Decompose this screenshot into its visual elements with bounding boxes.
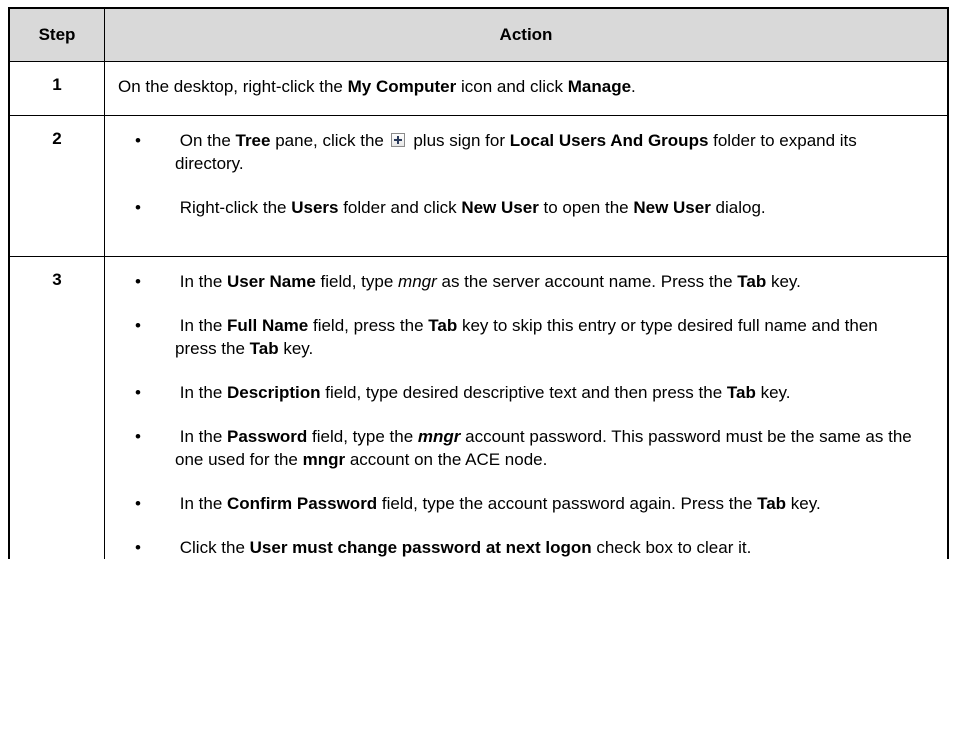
text: as the server account name. Press the: [436, 272, 738, 291]
text: In the: [179, 383, 227, 402]
bullet: •: [135, 316, 141, 335]
bullet: •: [135, 427, 141, 446]
text: key.: [786, 494, 821, 513]
text: account on the ACE node.: [345, 450, 548, 469]
list-item: • In the Description field, type desired…: [105, 381, 947, 404]
text: In the: [179, 316, 227, 335]
step-number: 1: [9, 61, 105, 116]
key-name: Tab: [726, 383, 756, 402]
text: Right-click the: [179, 198, 292, 217]
bullet-list: • In the User Name field, type mngr as t…: [105, 257, 947, 559]
ui-term: Manage: [567, 77, 632, 96]
key-name: Tab: [757, 494, 787, 513]
text: On the: [179, 131, 236, 150]
text: plus sign for: [408, 131, 510, 150]
ui-term: Tree: [235, 131, 271, 150]
ui-term: mngr: [302, 450, 346, 469]
ui-term: Password: [227, 427, 308, 446]
ui-term: Users: [291, 198, 339, 217]
ui-term: Local Users And Groups: [509, 131, 709, 150]
ui-term: User must change password at next logon: [249, 538, 592, 557]
action-column-header: Action: [104, 8, 948, 62]
action-cell: • In the User Name field, type mngr as t…: [104, 256, 948, 559]
text: key.: [278, 339, 314, 358]
procedure-table-frame: Step Action 1 On the desktop, right-clic…: [8, 7, 949, 559]
action-text: On the desktop, right-click the My Compu…: [105, 62, 947, 110]
table-row: 3 • In the User Name field, type mngr as…: [9, 256, 948, 559]
text: field, type the: [307, 427, 418, 446]
typed-value: mngr: [417, 427, 461, 446]
bullet: •: [135, 494, 141, 513]
table-row: 2 • On the Tree pane, click the plus sig…: [9, 115, 948, 257]
text: Click the: [179, 538, 250, 557]
bullet: •: [135, 383, 141, 402]
ui-term: User Name: [227, 272, 316, 291]
list-item: • Click the User must change password at…: [105, 536, 947, 559]
text: In the: [179, 494, 227, 513]
bullet: •: [135, 272, 141, 291]
key-name: Tab: [249, 339, 279, 358]
plus-box-icon: [390, 133, 405, 147]
list-item: • In the User Name field, type mngr as t…: [105, 270, 947, 293]
ui-term: New User: [461, 198, 539, 217]
list-item: • In the Confirm Password field, type th…: [105, 492, 947, 515]
ui-term: Confirm Password: [227, 494, 378, 513]
text: key.: [766, 272, 801, 291]
table-row: 1 On the desktop, right-click the My Com…: [9, 61, 948, 116]
step-number: 3: [9, 256, 105, 559]
bullet: •: [135, 131, 141, 150]
ui-term: New User: [633, 198, 711, 217]
action-cell: On the desktop, right-click the My Compu…: [104, 61, 948, 116]
text: In the: [179, 272, 227, 291]
text: .: [631, 77, 636, 96]
text: to open the: [538, 198, 634, 217]
text: field, type the account password again. …: [377, 494, 758, 513]
list-item: • Right-click the Users folder and click…: [105, 196, 947, 219]
list-item: • In the Full Name field, press the Tab …: [105, 314, 947, 360]
key-name: Tab: [428, 316, 458, 335]
list-item: • In the Password field, type the mngr a…: [105, 425, 947, 471]
ui-term: Full Name: [227, 316, 309, 335]
text: folder and click: [338, 198, 462, 217]
text: On the desktop, right-click the: [118, 77, 348, 96]
bullet: •: [135, 538, 141, 557]
bullet-list: • On the Tree pane, click the plus sign …: [105, 116, 947, 219]
ui-term: Description: [227, 383, 321, 402]
text: field, type: [315, 272, 399, 291]
typed-value: mngr: [398, 272, 437, 291]
procedure-table: Step Action 1 On the desktop, right-clic…: [9, 8, 948, 559]
text: field, press the: [308, 316, 429, 335]
table-header-row: Step Action: [9, 8, 948, 62]
text: dialog.: [710, 198, 766, 217]
bullet: •: [135, 198, 141, 217]
text: key.: [755, 383, 791, 402]
step-number: 2: [9, 115, 105, 257]
action-cell: • On the Tree pane, click the plus sign …: [104, 115, 948, 257]
key-name: Tab: [737, 272, 767, 291]
step-column-header: Step: [9, 8, 105, 62]
text: field, type desired descriptive text and…: [320, 383, 727, 402]
text: icon and click: [456, 77, 568, 96]
list-item: • On the Tree pane, click the plus sign …: [105, 129, 947, 175]
text: check box to clear it.: [591, 538, 752, 557]
text: In the: [179, 427, 227, 446]
ui-term: My Computer: [347, 77, 457, 96]
text: pane, click the: [270, 131, 389, 150]
